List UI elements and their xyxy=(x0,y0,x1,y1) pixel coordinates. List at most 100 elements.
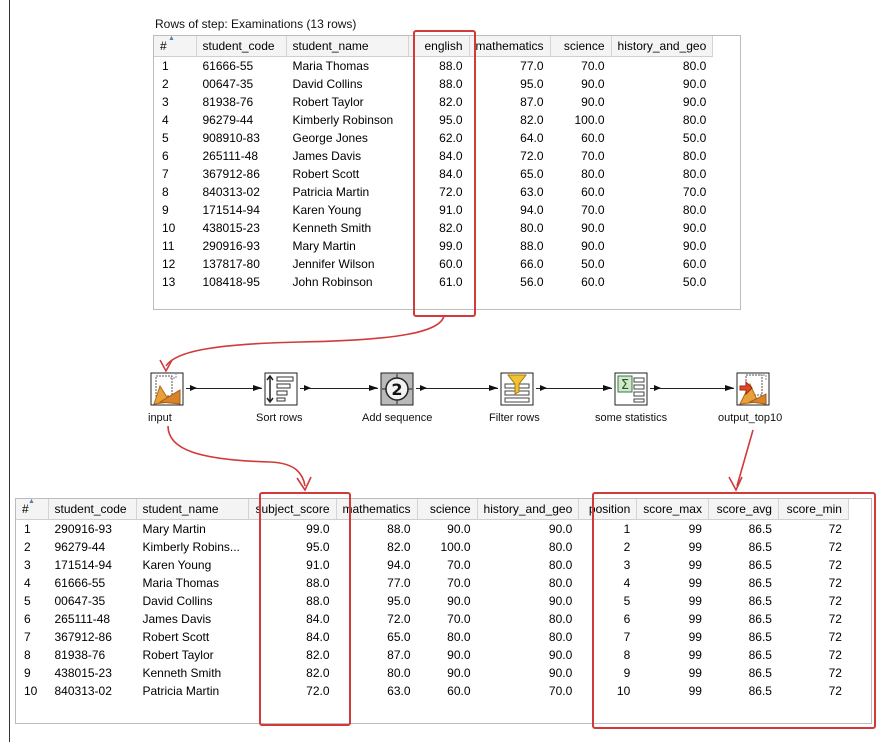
col-header-mathematics[interactable]: mathematics xyxy=(469,36,551,57)
table-cell: Kenneth Smith xyxy=(142,666,222,680)
table-cell: 70.0 xyxy=(447,612,471,626)
examinations-preview-grid[interactable]: # ▲ student_code student_name english mat… xyxy=(153,35,741,310)
col-header-student-name[interactable]: student_name xyxy=(136,499,249,520)
table-row[interactable]: 8 840313-02 Patricia Martin 72.0 63.0 60.0 70.… xyxy=(154,183,713,201)
table-cell: 90.0 xyxy=(682,221,707,235)
table-cell: 70.0 xyxy=(447,558,471,572)
col-header-science[interactable]: science xyxy=(550,36,612,57)
table-row[interactable]: 13 108418-95 John Robinson 61.0 56.0 60.0 50.0 xyxy=(154,273,713,291)
table-cell: 265111-48 xyxy=(54,612,111,626)
hop-sequence-to-filter[interactable] xyxy=(416,385,498,391)
table-cell: Kimberly Robins... xyxy=(142,540,240,554)
table-cell: 80.0 xyxy=(682,167,707,181)
table-cell: Robert Taylor xyxy=(142,648,214,662)
table-row[interactable]: 6 265111-48 James Davis 84.0 72.0 70.0 80.0 6 99… xyxy=(16,610,848,628)
col-header-science[interactable]: science xyxy=(417,499,478,520)
table-cell: 95.0 xyxy=(306,540,330,554)
output-top10-preview-grid[interactable]: # ▲ student_code student_name subject_sco… xyxy=(15,498,872,724)
table-row[interactable]: 1 61666-55 Maria Thomas 88.0 77.0 70.0 80.0 xyxy=(154,57,713,76)
step-some-statistics[interactable]: Σ xyxy=(614,372,648,406)
col-header-student-name[interactable]: student_name xyxy=(286,36,409,57)
table-cell: 90.0 xyxy=(581,221,605,235)
table-cell: 90.0 xyxy=(581,239,605,253)
arrow-head-icon xyxy=(603,385,612,391)
table-cell: 86.5 xyxy=(748,612,772,626)
table-row[interactable]: 3 81938-76 Robert Taylor 82.0 87.0 90.0 90.0 xyxy=(154,93,713,111)
step-some-statistics-label: some statistics xyxy=(595,412,668,424)
step-add-sequence[interactable]: 2 xyxy=(380,372,414,406)
step-sort-rows[interactable] xyxy=(264,372,298,406)
col-header-score-max[interactable]: score_max xyxy=(636,499,709,520)
col-header-score-avg[interactable]: score_avg xyxy=(708,499,779,520)
table-row[interactable]: 4 96279-44 Kimberly Robinson 95.0 82.0 100.0 8… xyxy=(154,111,713,129)
hop-sort-to-sequence[interactable] xyxy=(300,385,378,391)
table-row[interactable]: 12 137817-80 Jennifer Wilson 60.0 66.0 50.0 60… xyxy=(154,255,713,273)
col-header-student-code[interactable]: student_code xyxy=(196,36,287,57)
table-cell: 80.0 xyxy=(387,666,411,680)
col-header-index[interactable]: # ▲ xyxy=(16,499,49,520)
table-cell: 86.5 xyxy=(748,594,772,608)
col-header-score-min[interactable]: score_min xyxy=(778,499,849,520)
table-row[interactable]: 7 367912-86 Robert Scott 84.0 65.0 80.0 80.0 xyxy=(154,165,713,183)
table-cell: 70.0 xyxy=(581,149,605,163)
step-input[interactable] xyxy=(150,372,184,406)
table-row[interactable]: 9 438015-23 Kenneth Smith 82.0 80.0 90.0 90.0 9… xyxy=(16,664,848,682)
table-cell: 99 xyxy=(688,612,702,626)
table-row[interactable]: 8 81938-76 Robert Taylor 82.0 87.0 90.0 90.0 8 9… xyxy=(16,646,848,664)
table-cell: 99 xyxy=(688,594,702,608)
table-cell: 84.0 xyxy=(306,630,330,644)
step-filter-rows-label: Filter rows xyxy=(489,412,540,424)
table-cell: John Robinson xyxy=(292,275,373,289)
table-row[interactable]: 5 908910-83 George Jones 62.0 64.0 60.0 50.0 xyxy=(154,129,713,147)
table-cell: 99 xyxy=(688,540,702,554)
table-cell: 90.0 xyxy=(581,95,605,109)
statistics-icon: Σ xyxy=(614,372,648,406)
table-cell: 90.0 xyxy=(682,77,707,91)
table-cell: 84.0 xyxy=(306,612,330,626)
table-cell: Mary Martin xyxy=(142,522,206,536)
table-cell: 91.0 xyxy=(439,203,463,217)
table-row[interactable]: 6 265111-48 James Davis 84.0 72.0 70.0 80.0 xyxy=(154,147,713,165)
table-row[interactable]: 5 00647-35 David Collins 88.0 95.0 90.0 90.0 5 9… xyxy=(16,592,848,610)
table-row[interactable]: 11 290916-93 Mary Martin 99.0 88.0 90.0 90.0 xyxy=(154,237,713,255)
hop-input-to-sort[interactable] xyxy=(186,385,262,391)
table-cell: 77.0 xyxy=(520,59,544,73)
table-cell: 87.0 xyxy=(520,95,544,109)
table-row[interactable]: 7 367912-86 Robert Scott 84.0 65.0 80.0 80.0 7 9… xyxy=(16,628,848,646)
step-output-top10[interactable] xyxy=(736,372,770,406)
hop-filter-to-statistics[interactable] xyxy=(536,385,612,391)
table-row[interactable]: 2 96279-44 Kimberly Robins... 95.0 82.0 100.0… xyxy=(16,538,848,556)
table-cell: 11 xyxy=(162,239,175,253)
table-cell: 82.0 xyxy=(306,666,330,680)
table-cell: 290916-93 xyxy=(54,522,112,536)
table-cell: 90.0 xyxy=(548,594,573,608)
table-cell: 8 xyxy=(162,185,169,199)
table-cell: 1 xyxy=(162,59,169,73)
table-cell: Patricia Martin xyxy=(292,185,370,199)
step-filter-rows[interactable] xyxy=(500,372,534,406)
table-cell: 86.5 xyxy=(748,558,772,572)
col-header-mathematics[interactable]: mathematics xyxy=(336,499,418,520)
table-row[interactable]: 1 290916-93 Mary Martin 99.0 88.0 90.0 90.0 1 99… xyxy=(16,520,848,539)
table-cell: 90.0 xyxy=(447,648,471,662)
col-header-index[interactable]: # ▲ xyxy=(154,36,197,57)
col-header-history-and-geo[interactable]: history_and_geo xyxy=(611,36,714,57)
table-row[interactable]: 10 840313-02 Patricia Martin 72.0 63.0 60.0 70… xyxy=(16,682,848,700)
table-row[interactable]: 4 61666-55 Maria Thomas 88.0 77.0 70.0 80.0 4 99… xyxy=(16,574,848,592)
col-header-position[interactable]: position xyxy=(578,499,638,520)
table-cell: 265111-48 xyxy=(202,149,259,163)
hop-statistics-to-output[interactable] xyxy=(650,385,734,391)
table-cell: 90.0 xyxy=(682,239,707,253)
col-header-english[interactable]: english xyxy=(408,36,470,57)
table-cell: 3 xyxy=(162,95,169,109)
table-row[interactable]: 10 438015-23 Kenneth Smith 82.0 80.0 90.0 90.0 xyxy=(154,219,713,237)
col-header-history-and-geo[interactable]: history_and_geo xyxy=(477,499,580,520)
table-cell: Karen Young xyxy=(292,203,362,217)
table-cell: 88.0 xyxy=(306,594,330,608)
table-row[interactable]: 3 171514-94 Karen Young 91.0 94.0 70.0 80.0 3 99… xyxy=(16,556,848,574)
table-cell: 88.0 xyxy=(387,522,411,536)
col-header-subject-score[interactable]: subject_score xyxy=(248,499,337,520)
col-header-student-code[interactable]: student_code xyxy=(48,499,137,520)
table-row[interactable]: 9 171514-94 Karen Young 91.0 94.0 70.0 80.0 xyxy=(154,201,713,219)
table-row[interactable]: 2 00647-35 David Collins 88.0 95.0 90.0 90.0 xyxy=(154,75,713,93)
